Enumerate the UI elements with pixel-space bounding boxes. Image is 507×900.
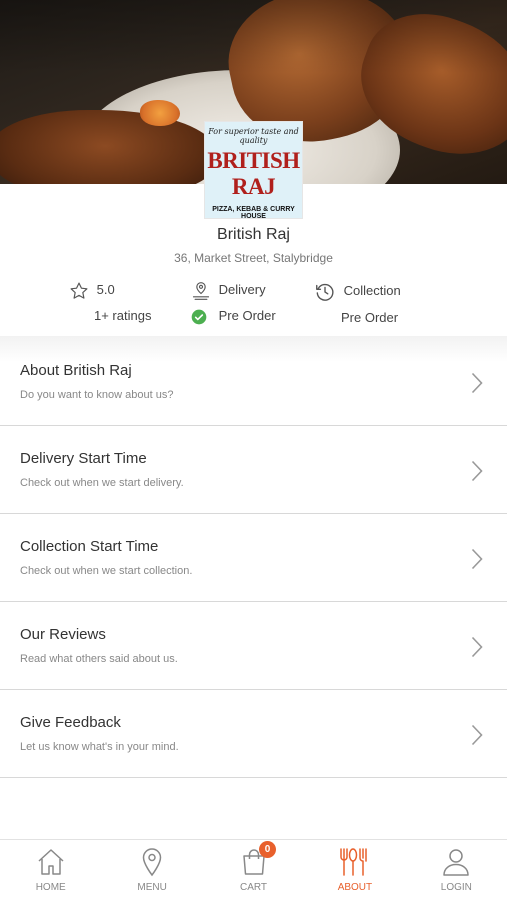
menu-item-give-feedback[interactable]: Give Feedback Let us know what's in your… — [0, 690, 507, 778]
chevron-right-icon — [471, 548, 483, 570]
logo-subtitle: PIZZA, KEBAB & CURRY HOUSE — [212, 206, 295, 219]
tab-menu[interactable]: MENU — [101, 840, 202, 900]
ratings-count: 1+ ratings — [94, 308, 152, 323]
menu-item-title: Our Reviews — [20, 626, 106, 643]
rating-block: 5.0 1+ ratings — [69, 281, 151, 323]
tab-about[interactable]: ABOUT — [304, 840, 405, 900]
collection-block: Collection Pre Order — [314, 281, 401, 325]
collection-label: Collection — [343, 283, 401, 299]
menu-item-desc: Let us know what's in your mind. — [20, 741, 179, 753]
menu-item-about[interactable]: About British Raj Do you want to know ab… — [0, 338, 507, 426]
menu-item-title: Give Feedback — [20, 714, 121, 731]
about-menu-list: About British Raj Do you want to know ab… — [0, 338, 507, 778]
tab-login[interactable]: LOGIN — [406, 840, 507, 900]
menu-item-title: Collection Start Time — [20, 538, 159, 555]
delivery-status: Pre Order — [218, 308, 276, 323]
logo-tagline: For superior taste and quality — [208, 127, 299, 145]
menu-item-desc: Read what others said about us. — [20, 653, 178, 665]
menu-item-title: About British Raj — [20, 362, 132, 379]
check-circle-icon — [191, 309, 207, 324]
delivery-block: Delivery Pre Order — [191, 281, 276, 325]
chevron-right-icon — [471, 460, 483, 482]
menu-item-delivery-start-time[interactable]: Delivery Start Time Check out when we st… — [0, 426, 507, 514]
chevron-right-icon — [471, 724, 483, 746]
delivery-label: Delivery — [218, 282, 266, 298]
menu-item-desc: Check out when we start collection. — [20, 565, 193, 577]
tab-label: MENU — [137, 882, 167, 893]
location-pin-icon — [142, 848, 162, 877]
star-icon — [70, 282, 88, 299]
restaurant-logo: For superior taste and quality BRITISH R… — [204, 121, 303, 219]
logo-name: BRITISH RAJ — [207, 148, 300, 199]
clock-history-icon — [316, 283, 334, 301]
cutlery-icon — [340, 848, 367, 876]
tab-label: LOGIN — [440, 882, 472, 893]
menu-item-our-reviews[interactable]: Our Reviews Read what others said about … — [0, 602, 507, 690]
tab-cart[interactable]: CART — [203, 840, 304, 900]
chevron-right-icon — [471, 372, 483, 394]
restaurant-address: 36, Market Street, Stalybridge — [174, 251, 333, 265]
menu-item-collection-start-time[interactable]: Collection Start Time Check out when we … — [0, 514, 507, 602]
home-icon — [38, 849, 64, 875]
chevron-right-icon — [471, 636, 483, 658]
collection-status: Pre Order — [341, 310, 399, 325]
user-icon — [443, 849, 470, 876]
bottom-tab-bar: HOME MENU CART ABOUT LOGIN — [0, 839, 507, 900]
cart-count-badge: 0 — [259, 841, 276, 858]
menu-item-desc: Check out when we start delivery. — [20, 477, 184, 489]
tab-label: CART — [239, 882, 268, 893]
menu-item-desc: Do you want to know about us? — [20, 389, 174, 401]
tab-home[interactable]: HOME — [0, 840, 101, 900]
tab-label: HOME — [35, 882, 66, 893]
delivery-pin-icon — [192, 282, 210, 300]
restaurant-name: British Raj — [217, 226, 290, 243]
menu-item-title: Delivery Start Time — [20, 450, 147, 467]
rating-value: 5.0 — [96, 282, 115, 298]
tab-label: ABOUT — [337, 882, 373, 893]
